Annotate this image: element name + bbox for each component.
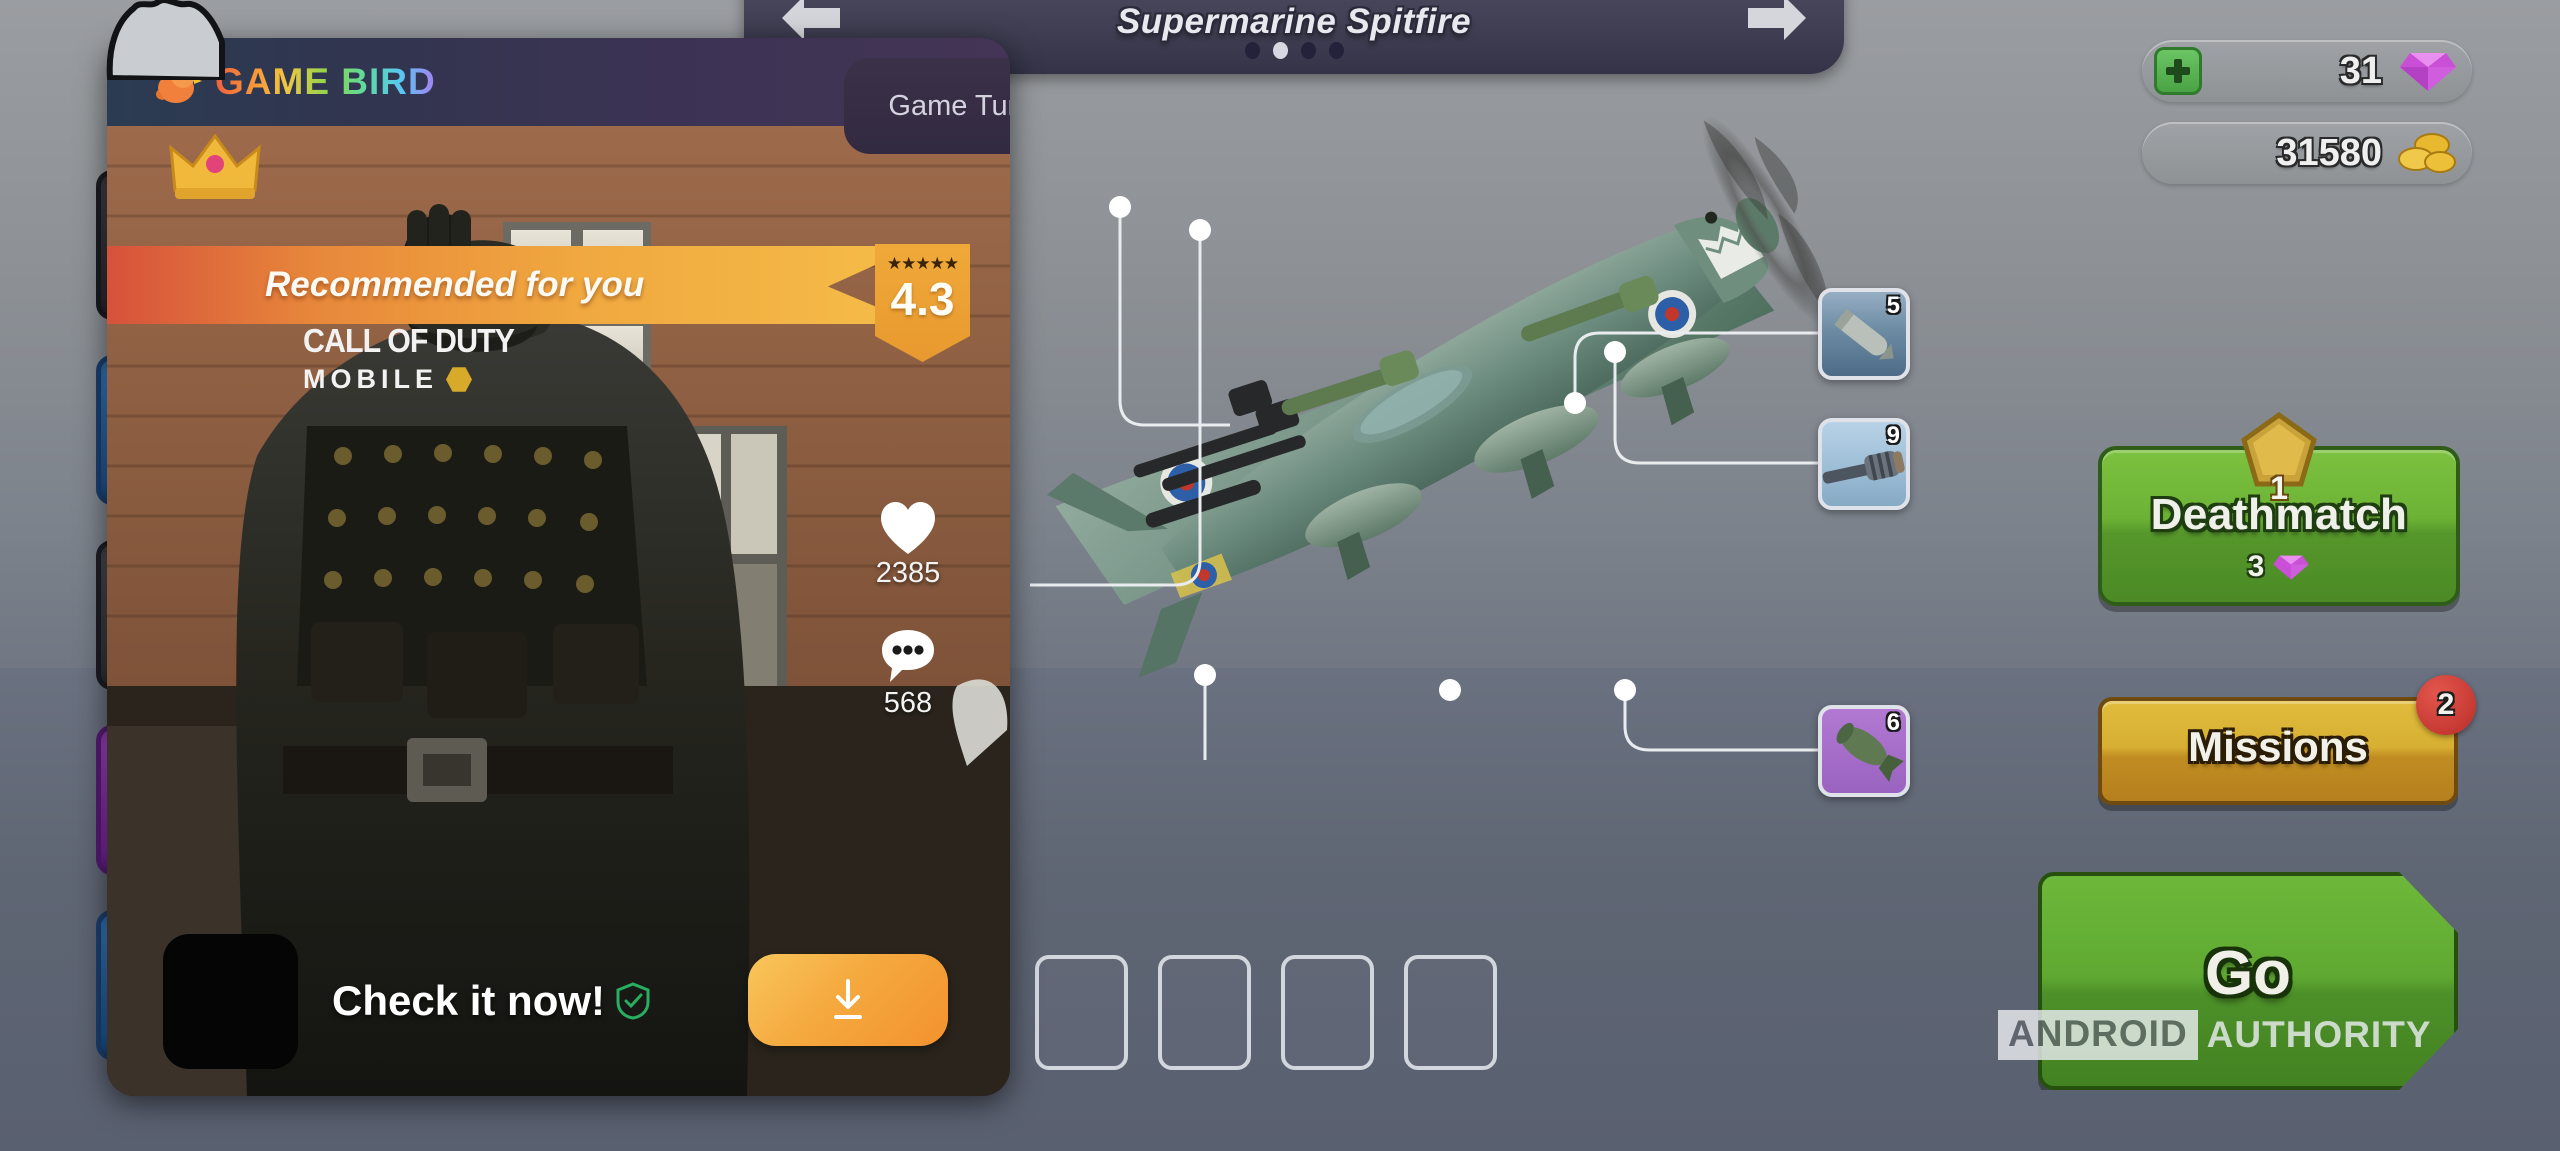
deathmatch-cost-value: 3 [2247, 550, 2265, 583]
ad-footer: Check it now! [107, 906, 1010, 1096]
go-label: Go [2204, 939, 2292, 1008]
watermark: ANDROID AUTHORITY [1998, 1010, 2432, 1060]
gem-icon [2400, 53, 2456, 91]
rating-stars: ★★★★★ [886, 254, 959, 273]
missions-badge: 2 [2416, 675, 2476, 735]
ad-header: GAME BIRD Game Turbo [107, 38, 1010, 154]
promoted-app-line2-row: MOBILE [303, 364, 573, 395]
empty-card-slot[interactable] [1035, 955, 1128, 1070]
missions-button[interactable]: Missions 2 [2098, 675, 2476, 805]
promoted-app-logo: CALL OF DUTY MOBILE [303, 322, 573, 395]
download-icon [834, 979, 862, 1019]
coin-currency-pill: 31580 [2142, 122, 2472, 184]
comment-icon[interactable] [876, 626, 940, 688]
deathmatch-cost: 3 [2102, 550, 2456, 584]
like-count: 2385 [875, 557, 941, 589]
weapon-slot-bomb[interactable]: 6 [1818, 705, 1910, 797]
ad-cta-group[interactable]: Check it now! [332, 977, 650, 1025]
comment-count: 568 [883, 687, 933, 719]
weapon-slot-cannon[interactable]: 9 [1818, 418, 1910, 510]
ad-cta-label: Check it now! [332, 977, 606, 1024]
watermark-android: ANDROID [1998, 1010, 2198, 1060]
game-bird-label: GAME BIRD [215, 61, 436, 102]
download-button[interactable] [748, 954, 948, 1046]
gem-icon [2273, 555, 2310, 580]
promoted-app-line2: MOBILE [303, 364, 438, 394]
ad-cog-handle-icon[interactable] [104, 0, 229, 80]
carousel-dot[interactable] [1244, 42, 1260, 59]
carousel-dot[interactable] [1300, 42, 1316, 59]
recommended-label: Recommended for you [265, 265, 645, 304]
page-title: Supermarine Spitfire [1116, 2, 1472, 41]
plane-preview [960, 110, 1860, 770]
gem-currency-pill: 31 [2142, 40, 2472, 102]
empty-card-slot[interactable] [1404, 955, 1497, 1070]
heart-icon[interactable] [876, 496, 940, 558]
missions-badge-count: 2 [2437, 688, 2455, 721]
empty-card-slot[interactable] [1158, 955, 1251, 1070]
coin-count: 31580 [2276, 131, 2382, 174]
carousel-dot[interactable] [1328, 42, 1344, 59]
slot-number: 5 [1886, 292, 1900, 319]
empty-card-slot[interactable] [1281, 955, 1374, 1070]
coin-icon [2398, 133, 2456, 173]
ad-creative[interactable]: Recommended for you ★★★★★ 4.3 CALL OF DU… [107, 126, 1010, 1096]
shield-check-icon [616, 982, 650, 1020]
crown-icon [169, 133, 261, 199]
game-turbo-label: Game Turbo [888, 89, 1010, 122]
ad-overlay-panel: GAME BIRD Game Turbo [107, 38, 1010, 1096]
loadout-card-row [1035, 955, 1497, 1070]
recommended-banner: Recommended for you [107, 246, 917, 324]
deathmatch-button[interactable]: 1 Deathmatch 3 [2098, 412, 2460, 606]
gem-count: 31 [2339, 49, 2382, 92]
spitfire-model [1046, 115, 1831, 678]
promoted-app-line1: CALL OF DUTY [303, 322, 515, 359]
add-gems-button[interactable] [2154, 47, 2202, 95]
ad-social-column: 2385 568 [848, 496, 968, 756]
rating-value: 4.3 [890, 273, 955, 325]
slot-number: 6 [1886, 709, 1900, 736]
deathmatch-label: Deathmatch [2150, 490, 2408, 539]
hex-icon [446, 367, 472, 392]
game-turbo-button[interactable]: Game Turbo [844, 58, 1010, 154]
weapon-slot-rocket[interactable]: 5 [1818, 288, 1910, 380]
promoted-app-icon[interactable] [163, 933, 298, 1069]
watermark-authority: AUTHORITY [2206, 1014, 2432, 1055]
next-arrow-icon[interactable] [1742, 0, 1810, 46]
slot-number: 9 [1886, 422, 1900, 449]
missions-label: Missions [2188, 723, 2368, 770]
carousel-dot-active[interactable] [1272, 42, 1288, 59]
